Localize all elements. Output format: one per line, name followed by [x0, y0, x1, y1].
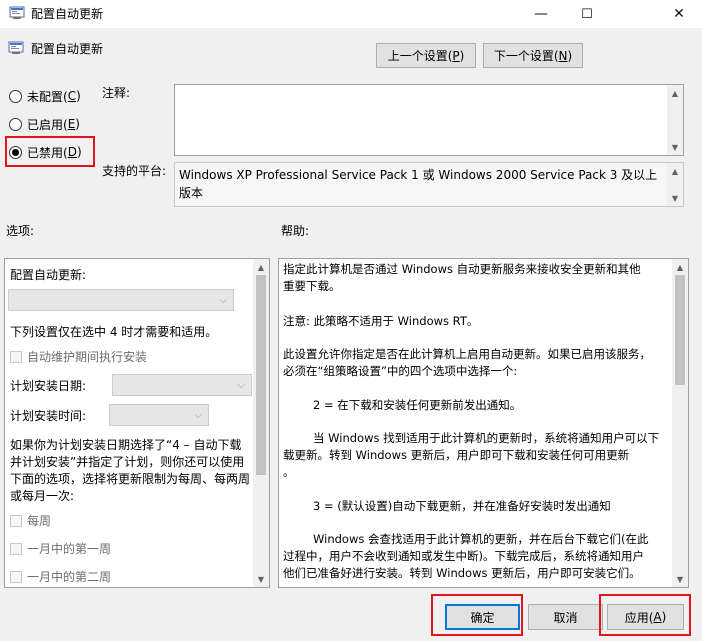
schedule-time-label: 计划安装时间:: [10, 409, 87, 423]
help-paragraph: 3 = (默认设置)自动下载更新，并在准备好安装时发出通知: [313, 499, 611, 513]
scroll-thumb[interactable]: [675, 275, 685, 385]
next-setting-button[interactable]: 下一个设置(N): [483, 43, 583, 68]
chevron-down-icon: ⌵: [237, 379, 245, 391]
schedule-day-label: 计划安装日期:: [10, 379, 87, 393]
scroll-down-icon[interactable]: ▼: [667, 141, 683, 153]
first-week-row[interactable]: 一月中的第一周: [10, 540, 111, 557]
options-scrollbar[interactable]: ▲ ▼: [253, 259, 269, 587]
second-week-row[interactable]: 一月中的第二周: [10, 568, 111, 585]
maximize-icon: ☐: [581, 6, 593, 22]
help-scrollbar[interactable]: ▲ ▼: [672, 259, 688, 587]
maintenance-row[interactable]: 自动维护期间执行安装: [10, 348, 147, 365]
scroll-up-icon[interactable]: ▲: [253, 261, 269, 273]
radio-button[interactable]: [9, 89, 22, 103]
scroll-up-icon[interactable]: ▲: [672, 261, 688, 273]
minimize-button[interactable]: —: [518, 0, 564, 28]
radio-disabled[interactable]: 已禁用(D): [9, 143, 82, 161]
help-paragraph: 指定此计算机是否通过 Windows 自动更新服务来接收安全更新和其他 重要下载…: [283, 262, 641, 293]
help-panel[interactable]: 指定此计算机是否通过 Windows 自动更新服务来接收安全更新和其他 重要下载…: [278, 258, 689, 588]
scroll-thumb[interactable]: [256, 275, 266, 475]
cancel-button[interactable]: 取消: [528, 604, 603, 630]
configure-dropdown[interactable]: ⌵: [8, 289, 234, 311]
comment-scrollbar[interactable]: ▲ ▼: [667, 85, 683, 155]
chevron-down-icon: ⌵: [219, 294, 227, 306]
options-label: 选项:: [6, 224, 35, 238]
help-paragraph: 当 Windows 找到适用于此计算机的更新时，系统将通知用户可以下 载更新。转…: [283, 431, 660, 479]
help-paragraph: 2 = 在下载和安装任何更新前发出通知。: [313, 398, 522, 412]
policy-icon: [9, 6, 25, 19]
weekly-row[interactable]: 每周: [10, 512, 51, 529]
apply-button[interactable]: 应用(A): [607, 604, 684, 630]
scroll-up-icon[interactable]: ▲: [667, 165, 683, 177]
radio-button[interactable]: [9, 117, 22, 131]
second-week-checkbox[interactable]: [10, 570, 22, 583]
platform-scrollbar[interactable]: ▲ ▼: [667, 163, 683, 206]
previous-setting-button[interactable]: 上一个设置(P): [376, 43, 476, 68]
platform-value: Windows XP Professional Service Pack 1 或…: [179, 168, 658, 200]
scroll-down-icon[interactable]: ▼: [667, 192, 683, 204]
radio-button-selected[interactable]: [9, 145, 22, 159]
comment-textarea[interactable]: ▲ ▼: [174, 84, 684, 156]
help-paragraph: 此设置允许你指定是否在此计算机上启用自动更新。如果已启用该服务， 必须在“组策略…: [283, 347, 651, 378]
policy-header-icon: [8, 41, 24, 54]
close-icon: ✕: [673, 6, 685, 22]
first-week-checkbox[interactable]: [10, 542, 22, 555]
maximize-button[interactable]: ☐: [564, 0, 610, 28]
schedule-time-dropdown[interactable]: ⌵: [109, 404, 209, 426]
chevron-down-icon: ⌵: [194, 409, 202, 421]
scroll-up-icon[interactable]: ▲: [667, 87, 683, 99]
platform-field: Windows XP Professional Service Pack 1 或…: [174, 162, 684, 207]
radio-not-configured[interactable]: 未配置(C): [9, 87, 81, 105]
help-label: 帮助:: [281, 224, 310, 238]
schedule-day-dropdown[interactable]: ⌵: [112, 374, 252, 396]
help-paragraph: 注意: 此策略不适用于 Windows RT。: [283, 314, 479, 328]
scroll-down-icon[interactable]: ▼: [253, 573, 269, 585]
options-info: 如果你为计划安装日期选择了“4 – 自动下载 并计划安装”并指定了计划，则你还可…: [10, 438, 251, 503]
minimize-icon: —: [534, 6, 548, 22]
help-paragraph: Windows 会查找适用于此计算机的更新，并在后台下载它们(在此 过程中，用户…: [283, 532, 649, 580]
comment-label: 注释:: [102, 86, 131, 100]
options-note: 下列设置仅在选中 4 时才需要和适用。: [10, 325, 218, 339]
radio-enabled[interactable]: 已启用(E): [9, 115, 80, 133]
policy-name: 配置自动更新: [31, 42, 104, 56]
window-title: 配置自动更新: [31, 7, 104, 21]
configure-label: 配置自动更新:: [10, 268, 87, 282]
options-panel[interactable]: 配置自动更新: ⌵ 下列设置仅在选中 4 时才需要和适用。 自动维护期间执行安装…: [4, 258, 270, 588]
close-button[interactable]: ✕: [656, 0, 702, 28]
ok-button[interactable]: 确定: [445, 604, 520, 630]
maintenance-checkbox[interactable]: [10, 350, 22, 363]
platform-label: 支持的平台:: [102, 164, 167, 178]
weekly-checkbox[interactable]: [10, 514, 22, 527]
scroll-down-icon[interactable]: ▼: [672, 573, 688, 585]
